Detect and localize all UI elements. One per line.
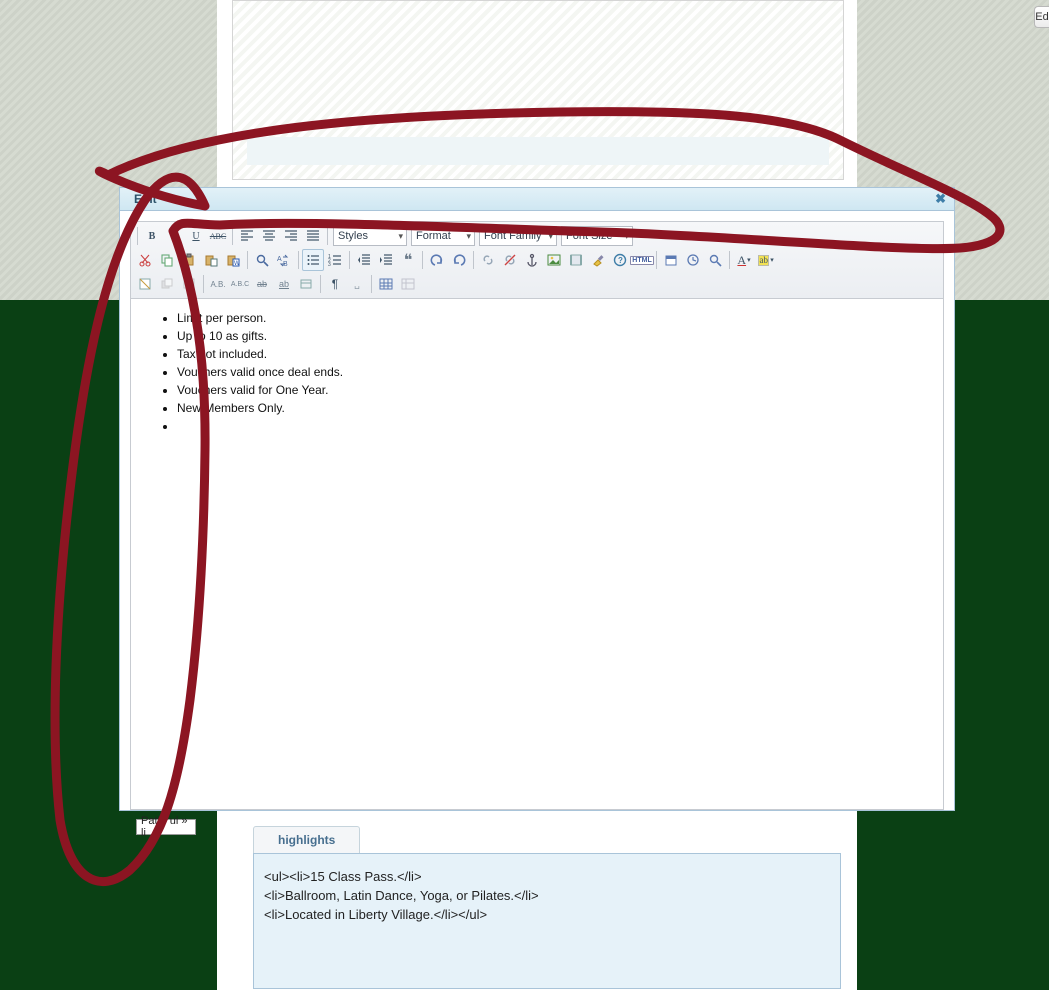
underline-button[interactable]: U [185,225,207,247]
undo-button[interactable] [426,249,448,271]
content-placeholder-box [232,0,844,180]
redo-button[interactable] [448,249,470,271]
unlink-button[interactable] [499,249,521,271]
highlights-textarea[interactable]: <ul><li>15 Class Pass.</li> <li>Ballroom… [253,853,841,989]
bold-button[interactable]: B [141,225,163,247]
content-list: Limit per person. Up to 10 as gifts. Tax… [163,309,931,435]
insert-layer-button[interactable] [134,273,156,295]
separator [349,251,350,269]
list-item: New Members Only. [177,399,931,417]
toolbar-row-2: W AB 123 ❝ [134,248,940,272]
dialog-title: Edit [134,192,157,206]
media-button[interactable] [565,249,587,271]
insert-time-button[interactable] [682,249,704,271]
editor-toolbar: B I U ABC Styles Format Font Family Font… [131,222,943,299]
placeholder-inner [247,137,829,165]
edit-dialog: Edit ✖ B I U ABC Styles [119,187,955,811]
paste-text-button[interactable] [200,249,222,271]
forecolor-button[interactable]: A▾ [733,249,755,271]
separator [298,251,299,269]
nbsp-button[interactable]: ␣ [346,273,368,295]
del-button[interactable]: ab [251,273,273,295]
tab-label: highlights [278,833,335,847]
cut-button[interactable] [134,249,156,271]
acronym-button[interactable]: A.B.C [229,273,251,295]
copy-button[interactable] [156,249,178,271]
format-select[interactable]: Format [411,226,475,246]
insert-date-button[interactable] [660,249,682,271]
dialog-titlebar[interactable]: Edit ✖ [120,188,954,211]
path-text: Path: ul » li [141,815,191,839]
unordered-list-button[interactable] [302,249,324,271]
backcolor-button[interactable]: ab▾ [755,249,777,271]
replace-button[interactable]: AB [273,249,295,271]
close-icon[interactable]: ✖ [935,191,946,207]
ins-button[interactable]: ab [273,273,295,295]
image-button[interactable] [543,249,565,271]
separator [232,227,233,245]
abbr-button[interactable]: A.B. [207,273,229,295]
tab-header: highlights [253,826,845,853]
editor-frame: B I U ABC Styles Format Font Family Font… [130,221,944,810]
svg-text:3: 3 [328,262,331,267]
tab-highlights[interactable]: highlights [253,826,360,853]
edge-button[interactable]: Ed [1034,6,1049,28]
visualchars-button[interactable]: ¶ [324,273,346,295]
separator [656,251,657,269]
styles-select[interactable]: Styles [333,226,407,246]
toolbar-row-1: B I U ABC Styles Format Font Family Font… [134,224,940,248]
highlights-section: highlights <ul><li>15 Class Pass.</li> <… [253,826,845,989]
move-forward-button[interactable] [156,273,178,295]
table-button[interactable] [375,273,397,295]
separator [327,227,328,245]
font-size-select[interactable]: Font Size [561,226,633,246]
toolbar-row-3: A.B. A.B.C ab ab ¶ ␣ [134,272,940,296]
list-item: Up to 10 as gifts. [177,327,931,345]
anchor-button[interactable] [521,249,543,271]
outdent-button[interactable] [353,249,375,271]
separator [320,275,321,293]
separator [247,251,248,269]
align-justify-button[interactable] [302,225,324,247]
table-props-button[interactable] [397,273,419,295]
separator [371,275,372,293]
help-button[interactable]: ? [609,249,631,271]
html-button[interactable]: HTML [631,249,653,271]
separator [473,251,474,269]
paste-button[interactable] [178,249,200,271]
align-right-button[interactable] [280,225,302,247]
separator [137,227,138,245]
separator [422,251,423,269]
font-family-select[interactable]: Font Family [479,226,557,246]
separator [729,251,730,269]
dialog-body: B I U ABC Styles Format Font Family Font… [120,211,954,810]
edge-button-label: Ed [1035,11,1048,23]
editor-path-bar[interactable]: Path: ul » li [136,819,196,835]
strikethrough-button[interactable]: ABC [207,225,229,247]
italic-button[interactable]: I [163,225,185,247]
link-button[interactable] [477,249,499,271]
find-button[interactable] [251,249,273,271]
list-item [177,417,931,435]
list-item: Limit per person. [177,309,931,327]
align-center-button[interactable] [258,225,280,247]
align-left-button[interactable] [236,225,258,247]
svg-text:W: W [234,261,240,267]
attributes-button[interactable] [295,273,317,295]
move-backward-button[interactable] [178,273,200,295]
blockquote-button[interactable]: ❝ [397,249,419,271]
indent-button[interactable] [375,249,397,271]
editor-content-area[interactable]: Limit per person. Up to 10 as gifts. Tax… [131,299,943,809]
list-item: Tax not included. [177,345,931,363]
list-item: Vouchers valid once deal ends. [177,363,931,381]
separator [203,275,204,293]
ordered-list-button[interactable]: 123 [324,249,346,271]
svg-text:A: A [277,256,282,263]
list-item: Vouchers valid for One Year. [177,381,931,399]
cleanup-button[interactable] [587,249,609,271]
preview-button[interactable] [704,249,726,271]
paste-word-button[interactable]: W [222,249,244,271]
svg-text:?: ? [618,256,623,265]
